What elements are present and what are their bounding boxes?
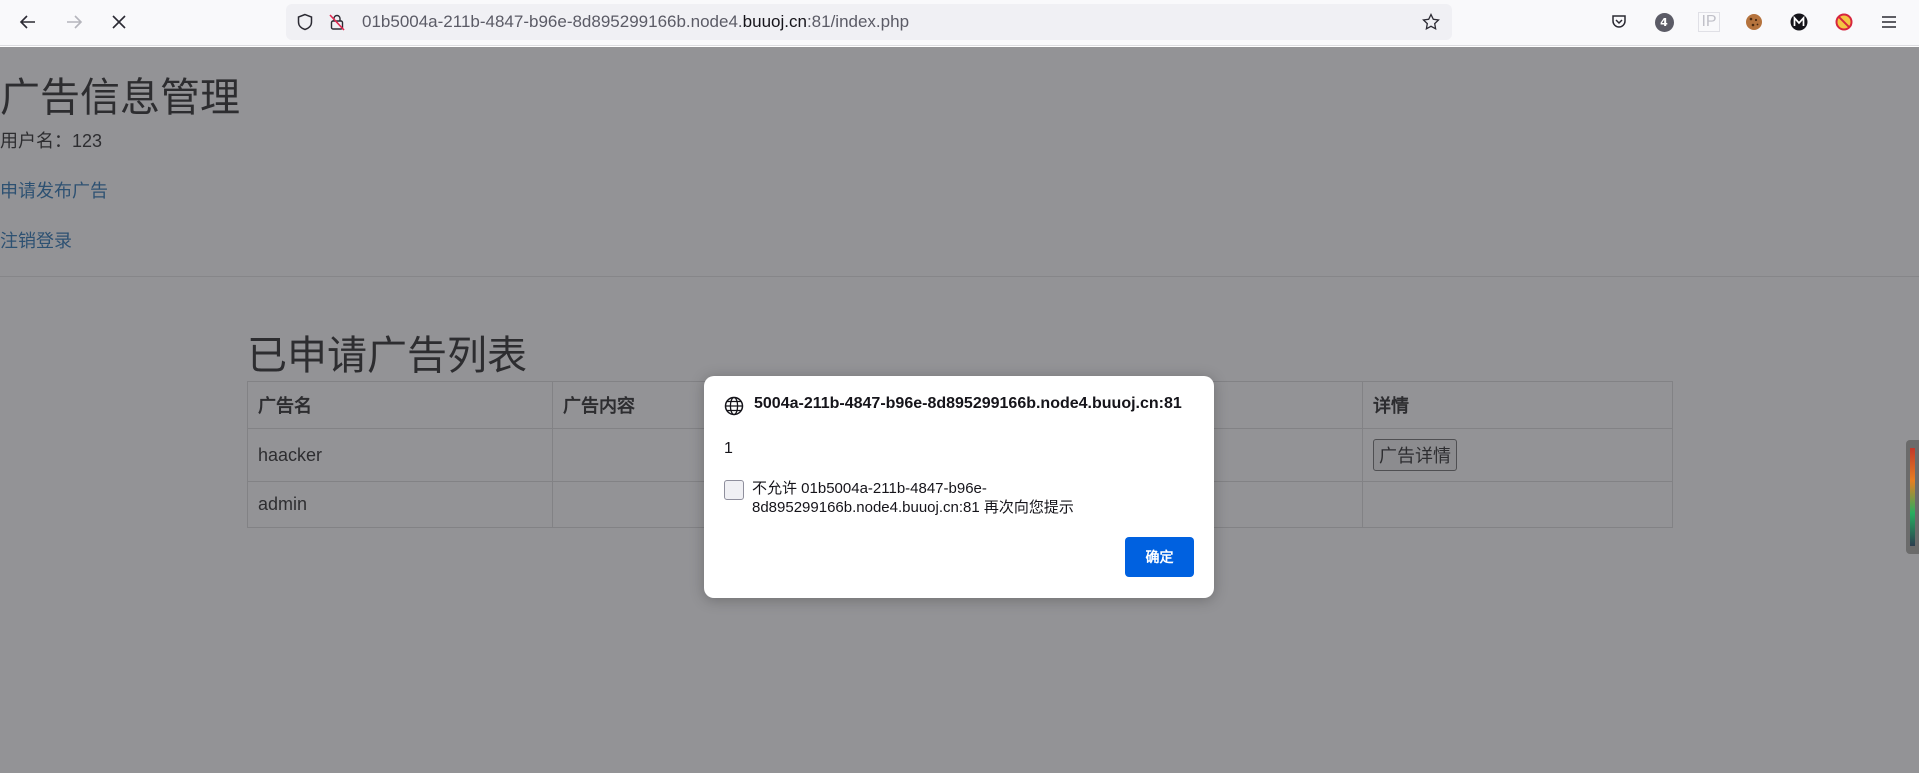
ip-extension-button[interactable]: IP bbox=[1693, 6, 1725, 38]
browser-toolbar: 01b5004a-211b-4847-b96e-8d895299166b.nod… bbox=[0, 0, 1919, 46]
star-icon[interactable] bbox=[1422, 13, 1440, 31]
side-meter-icon bbox=[1910, 448, 1915, 546]
insecure-lock-icon[interactable] bbox=[328, 13, 346, 31]
cookie-extension-button[interactable] bbox=[1738, 6, 1770, 38]
url-prefix: 01b5004a-211b-4847-b96e-8d895299166b.nod… bbox=[362, 12, 743, 31]
forward-button[interactable] bbox=[58, 6, 90, 38]
arrow-left-icon bbox=[19, 15, 35, 29]
url-domain: buuoj.cn bbox=[742, 12, 807, 31]
m-logo-icon bbox=[1790, 13, 1808, 31]
m-extension-button[interactable] bbox=[1783, 6, 1815, 38]
menu-button[interactable] bbox=[1873, 6, 1905, 38]
url-text[interactable]: 01b5004a-211b-4847-b96e-8d895299166b.nod… bbox=[362, 4, 909, 40]
dont-allow-label[interactable]: 不允许 01b5004a-211b-4847-b96e-8d895299166b… bbox=[752, 479, 1172, 517]
stop-button[interactable] bbox=[103, 6, 135, 38]
shield-icon[interactable] bbox=[296, 13, 314, 31]
ok-button[interactable]: 确定 bbox=[1125, 537, 1194, 577]
extension-counter-button[interactable]: 4 bbox=[1648, 6, 1680, 38]
pocket-icon bbox=[1612, 15, 1626, 28]
back-button[interactable] bbox=[12, 6, 44, 38]
dialog-origin-title: 5004a-211b-4847-b96e-8d895299166b.node4.… bbox=[754, 395, 1182, 412]
counter-badge-icon: 4 bbox=[1654, 12, 1674, 32]
blocker-extension-button[interactable] bbox=[1828, 6, 1860, 38]
alert-dialog: 5004a-211b-4847-b96e-8d895299166b.node4.… bbox=[704, 376, 1214, 598]
blocked-icon bbox=[1835, 13, 1853, 31]
hamburger-menu-icon bbox=[1882, 16, 1896, 28]
url-bar[interactable]: 01b5004a-211b-4847-b96e-8d895299166b.nod… bbox=[286, 4, 1452, 40]
dialog-message: 1 bbox=[724, 440, 733, 457]
pocket-button[interactable] bbox=[1603, 6, 1635, 38]
dont-allow-checkbox[interactable] bbox=[724, 480, 744, 500]
arrow-right-icon bbox=[67, 15, 83, 29]
side-edge-widget[interactable] bbox=[1906, 440, 1919, 554]
close-icon bbox=[112, 15, 126, 29]
url-suffix: :81/index.php bbox=[806, 12, 910, 31]
globe-icon bbox=[724, 396, 744, 416]
cookie-icon bbox=[1746, 14, 1762, 30]
ip-label: IP bbox=[1698, 12, 1720, 32]
